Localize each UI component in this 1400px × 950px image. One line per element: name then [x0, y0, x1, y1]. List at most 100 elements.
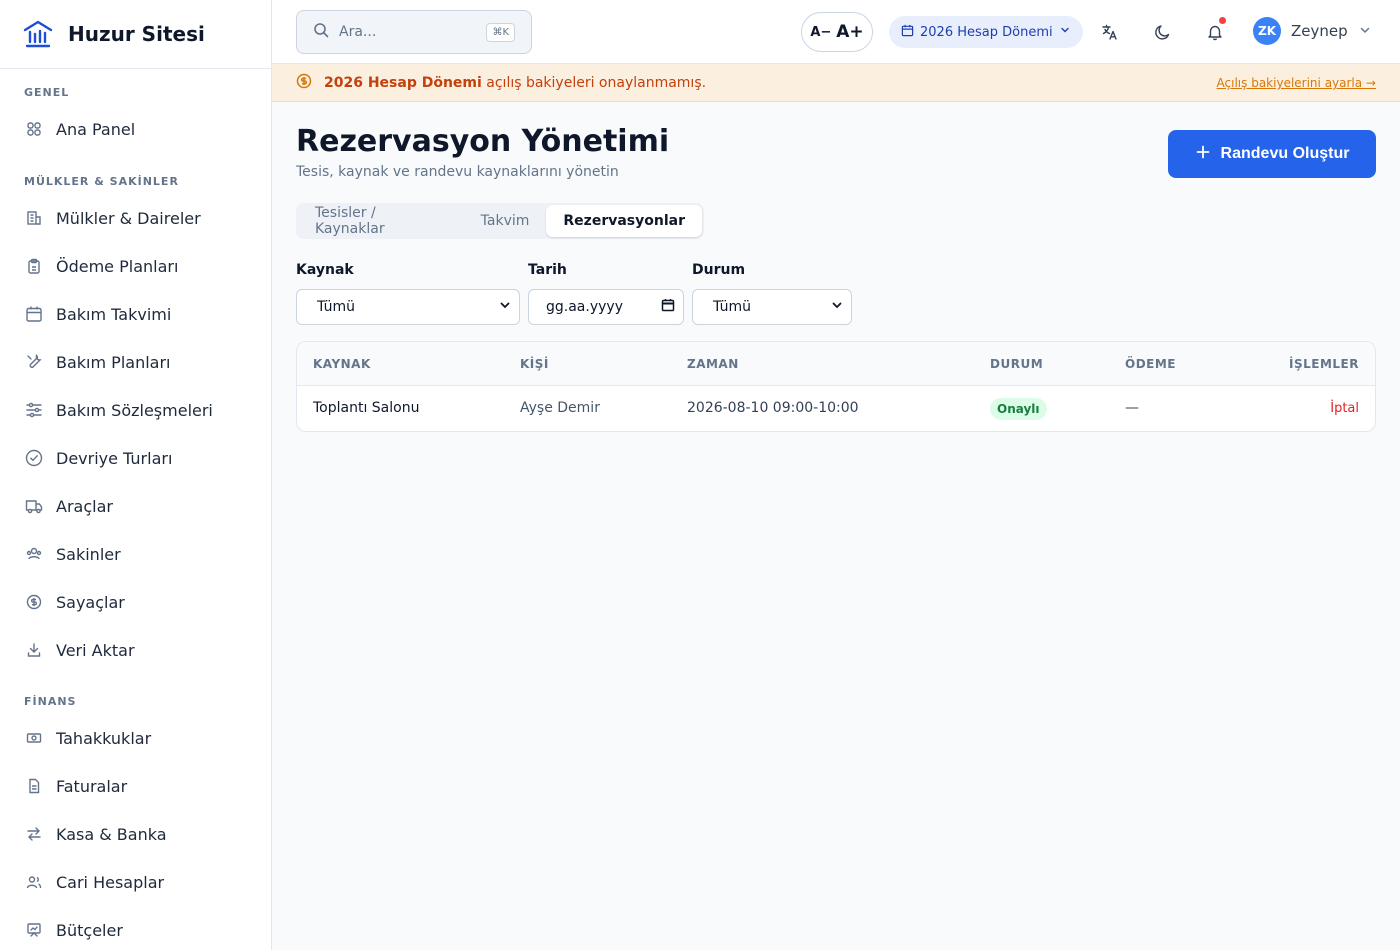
page-title: Rezervasyon Yönetimi	[296, 124, 670, 159]
coin-icon	[296, 73, 312, 93]
reservations-table: KAYNAK KİŞİ ZAMAN DURUM ÖDEME İŞLEMLER T…	[296, 341, 1376, 432]
search-shortcut: ⌘K	[486, 22, 515, 42]
tab-facilities[interactable]: Tesisler / Kaynaklar	[298, 205, 464, 237]
plus-icon	[1195, 144, 1211, 165]
banknote-icon	[24, 728, 44, 748]
top-bar: Ara... ⌘K A− A+ 2026 Hesap Dönemi ZK Zey…	[272, 0, 1400, 64]
notification-dot	[1219, 17, 1226, 24]
sidebar-item-label: Bakım Sözleşmeleri	[56, 400, 213, 420]
dashboard-icon	[24, 119, 44, 139]
tab-reservations[interactable]: Rezervasyonlar	[546, 205, 702, 237]
section-title-properties: MÜLKLER & SAKİNLER	[24, 175, 179, 188]
truck-icon	[24, 496, 44, 516]
resource-select[interactable]: Tümü	[296, 289, 520, 325]
cell-time: 2026-08-10 09:00-10:00	[687, 400, 859, 416]
chevron-down-icon	[1358, 22, 1372, 41]
sidebar-item-label: Kasa & Banka	[56, 824, 167, 844]
brand[interactable]: Huzur Sitesi	[0, 0, 271, 69]
search-icon	[313, 22, 329, 42]
sidebar-item-dashboard[interactable]: Ana Panel	[24, 117, 135, 141]
sidebar-item-meters[interactable]: Sayaçlar	[24, 590, 125, 614]
status-filter-label: Durum	[692, 262, 746, 278]
sidebar-item-vehicles[interactable]: Araçlar	[24, 494, 113, 518]
sidebar-item-accruals[interactable]: Tahakkuklar	[24, 726, 151, 750]
sidebar-item-maintenance-plans[interactable]: Bakım Planları	[24, 350, 170, 374]
contacts-icon	[24, 872, 44, 892]
period-label: 2026 Hesap Dönemi	[920, 24, 1053, 40]
column-header-person: KİŞİ	[520, 357, 549, 371]
column-header-payment: ÖDEME	[1125, 357, 1176, 371]
sidebar-item-label: Araçlar	[56, 496, 113, 516]
sidebar-item-current-accounts[interactable]: Cari Hesaplar	[24, 870, 164, 894]
wrench-icon	[24, 352, 44, 372]
users-icon	[24, 544, 44, 564]
sidebar-item-label: Cari Hesaplar	[56, 872, 165, 892]
user-menu[interactable]: ZK Zeynep	[1253, 17, 1372, 45]
cell-payment: —	[1125, 400, 1139, 416]
chevron-down-icon	[499, 299, 511, 315]
banner-message: 2026 Hesap Dönemi açılış bakiyeleri onay…	[324, 75, 706, 91]
sidebar-item-label: Bakım Takvimi	[56, 304, 172, 324]
font-size-control: A− A+	[801, 12, 873, 52]
section-title-finance: FİNANS	[24, 695, 77, 708]
sidebar-item-label: Ana Panel	[56, 119, 136, 139]
calendar-icon	[901, 24, 914, 41]
sidebar-item-label: Devriye Turları	[56, 448, 173, 468]
building-icon	[24, 208, 44, 228]
banner-text: açılış bakiyeleri onaylanmamış.	[481, 74, 707, 91]
font-decrease-button[interactable]: A−	[810, 25, 831, 40]
presentation-icon	[24, 920, 44, 940]
sidebar-item-maintenance-contracts[interactable]: Bakım Sözleşmeleri	[24, 398, 213, 422]
cell-person: Ayşe Demir	[520, 400, 600, 416]
page-subtitle: Tesis, kaynak ve randevu kaynaklarını yö…	[296, 164, 619, 180]
moon-icon[interactable]	[1151, 20, 1175, 44]
sidebar-item-patrol-tours[interactable]: Devriye Turları	[24, 446, 172, 470]
calendar-picker-icon	[661, 298, 675, 316]
create-appointment-label: Randevu Oluştur	[1220, 145, 1350, 162]
sidebar-item-maintenance-calendar[interactable]: Bakım Takvimi	[24, 302, 171, 326]
sidebar-item-label: Sayaçlar	[56, 592, 125, 612]
chevron-down-icon	[1059, 24, 1071, 40]
check-circle-icon	[24, 448, 44, 468]
date-filter-label: Tarih	[528, 262, 567, 278]
avatar: ZK	[1253, 17, 1281, 45]
cancel-reservation-link[interactable]: İptal	[1330, 401, 1359, 416]
dollar-circle-icon	[24, 592, 44, 612]
search-input[interactable]: Ara... ⌘K	[296, 10, 532, 54]
bell-icon[interactable]	[1203, 17, 1227, 44]
clipboard-icon	[24, 256, 44, 276]
table-header: KAYNAK KİŞİ ZAMAN DURUM ÖDEME İŞLEMLER	[297, 342, 1375, 386]
sidebar-item-cash-bank[interactable]: Kasa & Banka	[24, 822, 167, 846]
column-header-actions: İŞLEMLER	[1289, 357, 1359, 371]
sidebar-item-residents[interactable]: Sakinler	[24, 542, 121, 566]
date-input-placeholder: gg.aa.yyyy	[546, 299, 623, 315]
download-icon	[24, 640, 44, 660]
sidebar-item-label: Ödeme Planları	[56, 256, 179, 276]
column-header-time: ZAMAN	[687, 357, 739, 371]
tab-calendar[interactable]: Takvim	[464, 205, 547, 237]
sidebar-item-properties[interactable]: Mülkler & Daireler	[24, 206, 201, 230]
calendar-icon	[24, 304, 44, 324]
transfer-icon	[24, 824, 44, 844]
create-appointment-button[interactable]: Randevu Oluştur	[1168, 130, 1376, 178]
brand-name: Huzur Sitesi	[68, 22, 205, 46]
user-name: Zeynep	[1291, 22, 1348, 40]
tab-bar: Tesisler / Kaynaklar Takvim Rezervasyonl…	[296, 203, 704, 239]
date-input[interactable]: gg.aa.yyyy	[528, 289, 684, 325]
sidebar-item-data-import[interactable]: Veri Aktar	[24, 638, 135, 662]
sidebar: Huzur Sitesi GENEL Ana Panel MÜLKLER & S…	[0, 0, 272, 950]
sidebar-item-label: Mülkler & Daireler	[56, 208, 201, 228]
sidebar-item-label: Sakinler	[56, 544, 121, 564]
font-increase-button[interactable]: A+	[836, 22, 863, 42]
status-select[interactable]: Tümü	[692, 289, 852, 325]
section-title-general: GENEL	[24, 86, 70, 99]
file-icon	[24, 776, 44, 796]
sidebar-item-label: Bütçeler	[56, 920, 123, 940]
sidebar-item-invoices[interactable]: Faturalar	[24, 774, 127, 798]
sidebar-item-budgets[interactable]: Bütçeler	[24, 918, 123, 942]
opening-balance-link[interactable]: Açılış bakiyelerini ayarla →	[1217, 76, 1376, 90]
translate-icon[interactable]	[1098, 20, 1122, 44]
sliders-icon	[24, 400, 44, 420]
sidebar-item-payment-plans[interactable]: Ödeme Planları	[24, 254, 178, 278]
period-selector[interactable]: 2026 Hesap Dönemi	[889, 16, 1083, 48]
